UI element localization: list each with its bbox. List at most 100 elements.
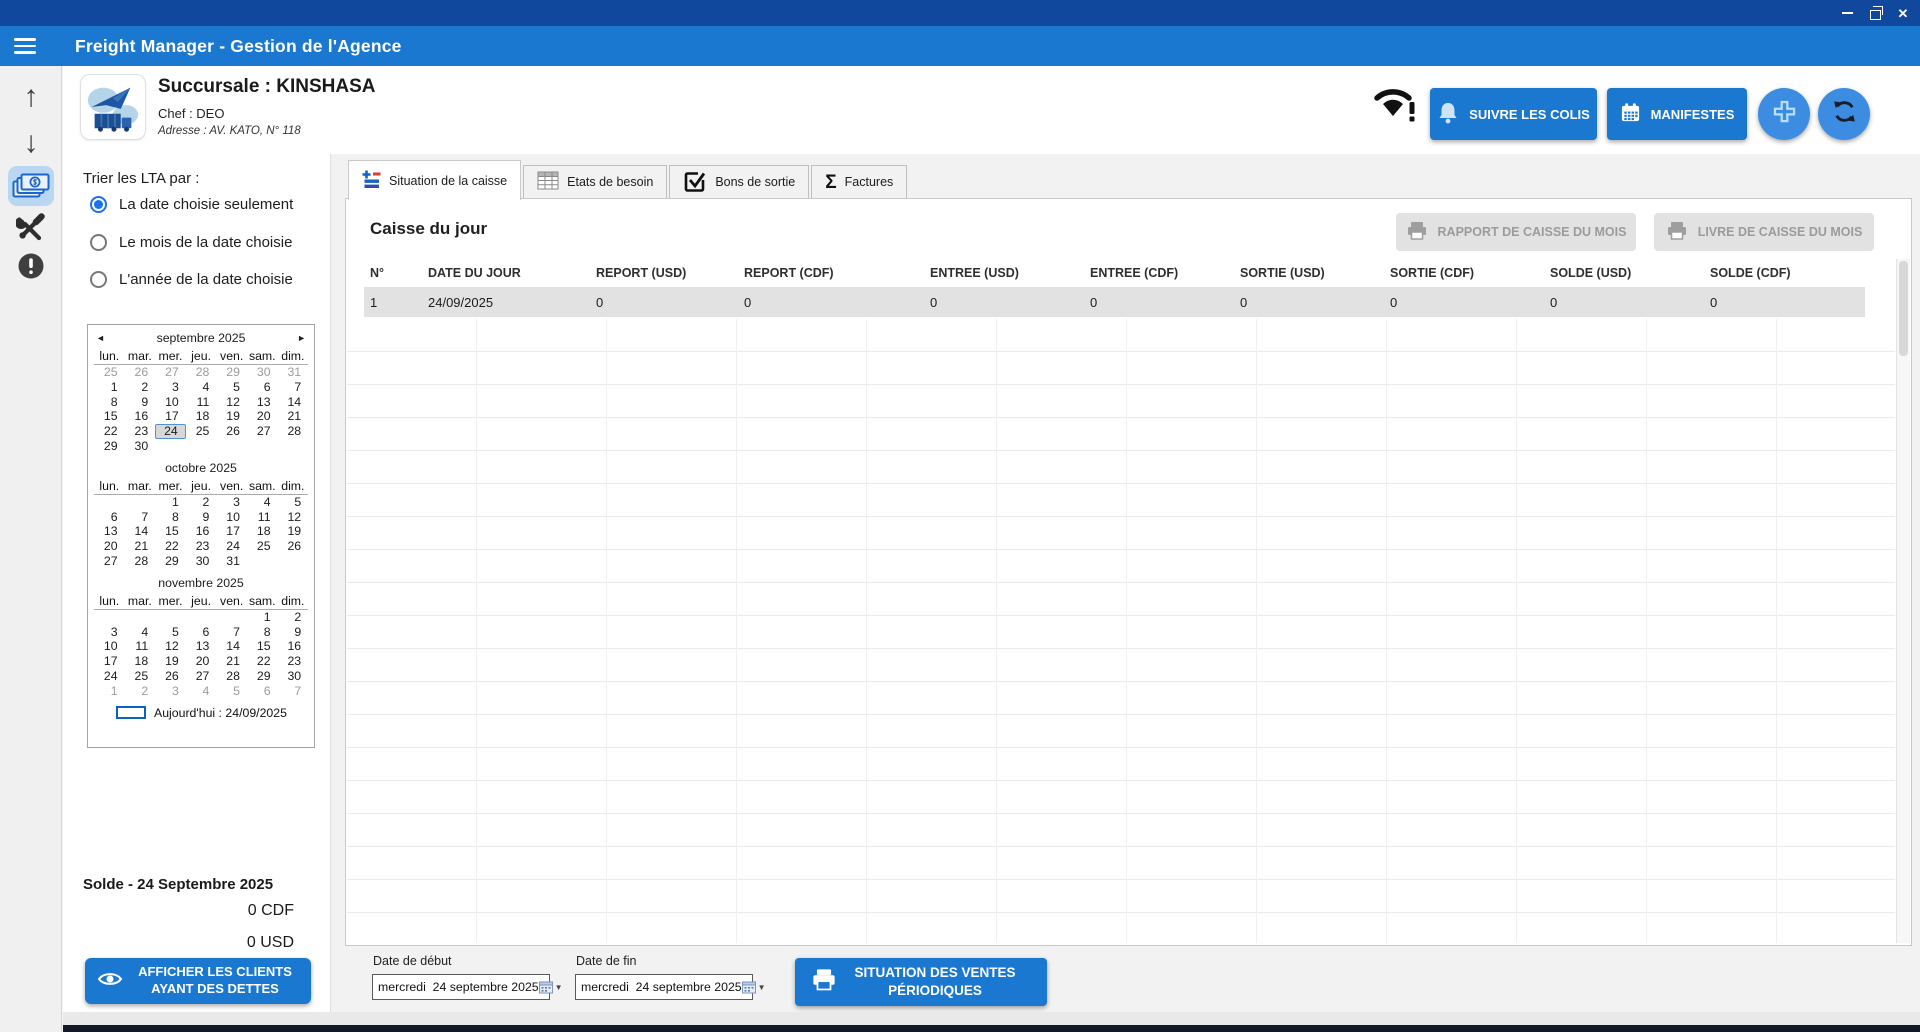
calendar-day[interactable]: 10 [155,395,186,410]
calendar-day[interactable]: 4 [125,625,156,640]
sidebar-item-down[interactable]: ↓ [0,128,62,158]
calendar-day[interactable]: 9 [125,395,156,410]
calendar-day[interactable]: 25 [247,539,278,554]
calendar-day[interactable]: 25 [186,424,217,439]
calendar-day[interactable]: 12 [216,395,247,410]
calendar-day[interactable]: 18 [186,409,217,424]
scrollbar-thumb[interactable] [1899,261,1908,356]
calendar-day[interactable]: 2 [278,610,309,625]
start-date-picker[interactable]: mercredi 24 septembre 2025 ▼ [372,974,550,1000]
calendar-day[interactable]: 5 [278,495,309,510]
tab-factures[interactable]: Σ Factures [811,165,907,198]
calendar-day[interactable]: 27 [155,365,186,380]
calendar-day[interactable]: 28 [186,365,217,380]
calendar-day[interactable]: 3 [155,380,186,395]
add-button[interactable] [1758,88,1810,140]
calendar-day[interactable]: 15 [94,409,125,424]
calendar-day[interactable]: 24 [155,424,186,439]
close-button[interactable]: ✕ [1892,3,1914,23]
radio-year-of-date[interactable]: L'année de la date choisie [90,271,293,288]
radio-chosen-date-only[interactable]: La date choisie seulement [90,196,293,213]
calendar-day[interactable]: 1 [155,495,186,510]
calendar-day[interactable]: 28 [216,669,247,684]
calendar-day[interactable]: 23 [186,539,217,554]
restore-button[interactable] [1864,3,1886,23]
calendar-day[interactable]: 27 [94,554,125,569]
today-indicator-box[interactable] [116,706,146,719]
calendar-day[interactable]: 24 [216,539,247,554]
calendar-day[interactable]: 30 [247,365,278,380]
calendar-day[interactable]: 15 [155,524,186,539]
menu-button[interactable] [14,34,44,58]
calendar-day[interactable]: 21 [125,539,156,554]
calendar-day[interactable]: 29 [247,669,278,684]
calendar-day[interactable]: 5 [216,684,247,699]
monthly-cash-book-button[interactable]: LIVRE DE CAISSE DU MOIS [1654,213,1874,251]
calendar-day[interactable]: 22 [155,539,186,554]
calendar-day[interactable]: 24 [94,669,125,684]
manifests-button[interactable]: MANIFESTES [1607,88,1747,140]
calendar-day[interactable]: 8 [247,625,278,640]
calendar-day[interactable]: 1 [94,380,125,395]
calendar-prev-icon[interactable]: ◄ [96,333,105,343]
calendar-day[interactable]: 14 [278,395,309,410]
calendar-day[interactable]: 7 [278,380,309,395]
calendar-day[interactable]: 29 [94,439,125,454]
table-row[interactable]: 124/09/202500000000 [364,287,1865,317]
table-scrollbar[interactable] [1896,259,1910,943]
refresh-button[interactable] [1818,88,1870,140]
calendar-day[interactable]: 25 [125,669,156,684]
sidebar-item-up[interactable]: ↑ [0,82,62,112]
calendar-day[interactable]: 27 [247,424,278,439]
calendar-day[interactable]: 14 [216,639,247,654]
calendar-day[interactable]: 30 [278,669,309,684]
calendar-day[interactable]: 21 [216,654,247,669]
sidebar-item-tools[interactable] [0,212,62,247]
track-parcels-button[interactable]: SUIVRE LES COLIS [1430,88,1597,140]
calendar-day[interactable]: 30 [186,554,217,569]
calendar-day[interactable]: 13 [186,639,217,654]
calendar-day[interactable]: 2 [186,495,217,510]
calendar-day[interactable]: 29 [155,554,186,569]
calendar-day[interactable]: 1 [247,610,278,625]
calendar-day[interactable]: 31 [216,554,247,569]
calendar-day[interactable]: 26 [216,424,247,439]
calendar-day[interactable]: 26 [155,669,186,684]
calendar-day[interactable]: 10 [94,639,125,654]
calendar-day[interactable]: 28 [278,424,309,439]
monthly-cash-report-button[interactable]: RAPPORT DE CAISSE DU MOIS [1396,213,1636,251]
tab-etats-de-besoin[interactable]: Etats de besoin [523,165,667,198]
calendar-day[interactable]: 21 [278,409,309,424]
calendar-day[interactable]: 7 [278,684,309,699]
calendar-day[interactable]: 10 [216,510,247,525]
calendar-day[interactable]: 23 [278,654,309,669]
sidebar-item-alerts[interactable] [0,252,62,285]
calendar-day[interactable]: 19 [216,409,247,424]
calendar-day[interactable]: 2 [125,380,156,395]
calendar-day[interactable]: 15 [247,639,278,654]
calendar-day[interactable]: 3 [216,495,247,510]
calendar-day[interactable]: 4 [186,684,217,699]
calendar-day[interactable]: 29 [216,365,247,380]
calendar-day[interactable]: 4 [247,495,278,510]
calendar-day[interactable]: 8 [155,510,186,525]
calendar-day[interactable]: 9 [186,510,217,525]
calendar-day[interactable]: 3 [94,625,125,640]
end-date-picker[interactable]: mercredi 24 septembre 2025 ▼ [575,974,753,1000]
calendar-day[interactable]: 6 [247,684,278,699]
calendar-day[interactable]: 18 [247,524,278,539]
sidebar-item-cash[interactable] [0,166,62,206]
calendar-day[interactable]: 14 [125,524,156,539]
calendar-day[interactable]: 25 [94,365,125,380]
calendar-day[interactable]: 19 [155,654,186,669]
tab-situation-caisse[interactable]: Situation de la caisse [348,160,521,200]
calendar-day[interactable]: 8 [94,395,125,410]
calendar-day[interactable]: 27 [186,669,217,684]
calendar-day[interactable]: 6 [94,510,125,525]
calendar-day[interactable]: 18 [125,654,156,669]
calendar-day[interactable]: 28 [125,554,156,569]
calendar-day[interactable]: 6 [247,380,278,395]
calendar-day[interactable]: 22 [94,424,125,439]
calendar-day[interactable]: 16 [125,409,156,424]
calendar-day[interactable]: 11 [247,510,278,525]
